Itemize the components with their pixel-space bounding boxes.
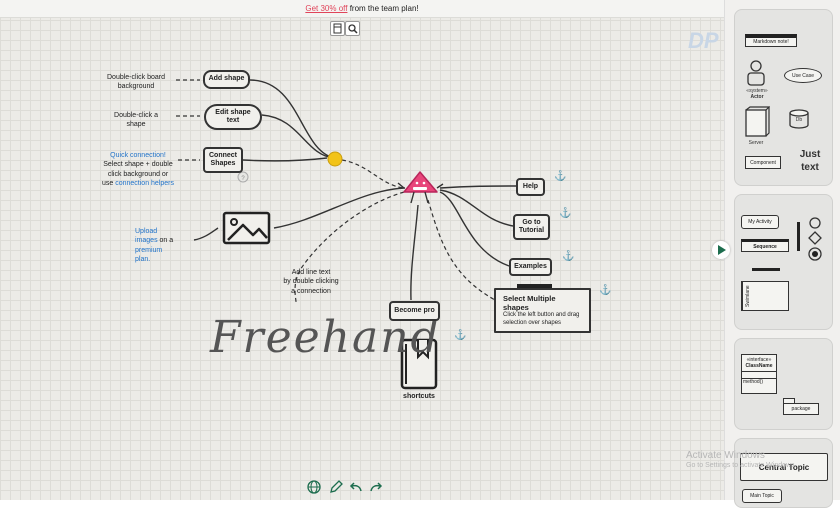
shapes-card-basic: Markdown note! «system» Actor Use Case Se… bbox=[734, 9, 833, 186]
just-text-shape[interactable]: Just text bbox=[793, 148, 827, 174]
edge-edit-shape bbox=[261, 114, 335, 159]
state-symbols-icon[interactable] bbox=[807, 216, 823, 264]
shapes-card-mindmap: Central Topic Main Topic bbox=[734, 438, 833, 508]
become-pro-node[interactable]: Become pro bbox=[389, 301, 440, 321]
connection-helpers-link[interactable]: connection helpers bbox=[115, 180, 174, 187]
main-topic-shape[interactable]: Main Topic bbox=[742, 489, 782, 503]
edge-image bbox=[273, 187, 406, 229]
help-node[interactable]: Help bbox=[516, 178, 545, 196]
edge-help bbox=[439, 185, 517, 189]
component-shape[interactable]: Component bbox=[745, 156, 781, 169]
annotation-double-click-shape: Double-click a shape bbox=[114, 112, 158, 129]
db-label: Db bbox=[795, 117, 803, 123]
annotation-upload-images: Upload images on a premium plan. bbox=[135, 227, 185, 265]
select-multiple-note[interactable]: Select Multiple shapes Click the left bu… bbox=[494, 288, 591, 333]
anchor-icon[interactable]: ⚓ bbox=[599, 285, 611, 296]
undo-icon[interactable] bbox=[348, 479, 364, 495]
interface-class-shape[interactable]: «interface» ClassName method() bbox=[741, 354, 777, 394]
edit-shape-text-node[interactable]: Edit shape text bbox=[204, 104, 262, 130]
fork-bar-shape[interactable] bbox=[752, 268, 780, 271]
server-label: Server bbox=[748, 140, 764, 146]
join-bar-shape[interactable] bbox=[797, 222, 800, 251]
bottom-toolbar bbox=[300, 474, 390, 498]
edge-hub-mascot bbox=[341, 159, 405, 189]
shapes-card-uml: My Activity Sequence Swimlane bbox=[734, 194, 833, 330]
anchor-icon[interactable]: ⚓ bbox=[554, 171, 566, 182]
pencil-icon[interactable] bbox=[328, 479, 344, 495]
annotation-quick-connection: Quick connection! Select shape + double … bbox=[101, 152, 174, 188]
connection-hub-dot bbox=[327, 151, 343, 167]
image-upload-icon bbox=[222, 211, 271, 245]
premium-link[interactable]: premium bbox=[135, 246, 185, 255]
play-icon bbox=[718, 245, 726, 255]
sequence-shape[interactable]: Sequence bbox=[741, 239, 789, 252]
annotation-double-click-board: Double-click board background bbox=[107, 74, 165, 91]
edge-tutorial bbox=[439, 189, 514, 227]
shortcuts-label: shortcuts bbox=[403, 393, 435, 400]
activity-shape[interactable]: My Activity bbox=[741, 215, 779, 229]
windows-activation-watermark: Activate Windows Go to Settings to activ… bbox=[686, 450, 797, 469]
connect-shapes-node[interactable]: Connect Shapes bbox=[203, 147, 243, 173]
swimlane-shape[interactable]: Swimlane bbox=[741, 281, 789, 311]
use-case-shape[interactable]: Use Case bbox=[784, 68, 822, 83]
edge-become-pro bbox=[410, 204, 419, 301]
actor-stereotype-label: «system» Actor bbox=[746, 88, 768, 100]
markdown-note-shape[interactable]: Markdown note! bbox=[745, 34, 797, 47]
add-shape-node[interactable]: Add shape bbox=[203, 70, 250, 89]
redo-icon[interactable] bbox=[368, 479, 384, 495]
anchor-icon[interactable]: ⚓ bbox=[562, 251, 574, 262]
globe-icon[interactable] bbox=[306, 479, 322, 495]
panel-toggle-button[interactable] bbox=[712, 241, 730, 259]
go-to-tutorial-node[interactable]: Go to Tutorial bbox=[513, 214, 550, 240]
shapes-panel[interactable]: Markdown note! «system» Actor Use Case Se… bbox=[724, 0, 840, 508]
package-shape[interactable]: package bbox=[783, 403, 819, 415]
edge-examples bbox=[439, 191, 510, 267]
edge-add-shape bbox=[249, 79, 335, 159]
server-icon[interactable] bbox=[744, 106, 770, 138]
actor-icon[interactable] bbox=[745, 60, 767, 88]
anchor-icon[interactable]: ⚓ bbox=[454, 330, 466, 341]
anchor-icon[interactable]: ⚓ bbox=[559, 208, 571, 219]
examples-node[interactable]: Examples bbox=[509, 258, 552, 276]
annotation-add-line-text: Add line text by double clicking a conne… bbox=[283, 269, 339, 295]
edge-connect-shapes bbox=[242, 157, 328, 162]
shapes-card-class: «interface» ClassName method() package bbox=[734, 338, 833, 430]
